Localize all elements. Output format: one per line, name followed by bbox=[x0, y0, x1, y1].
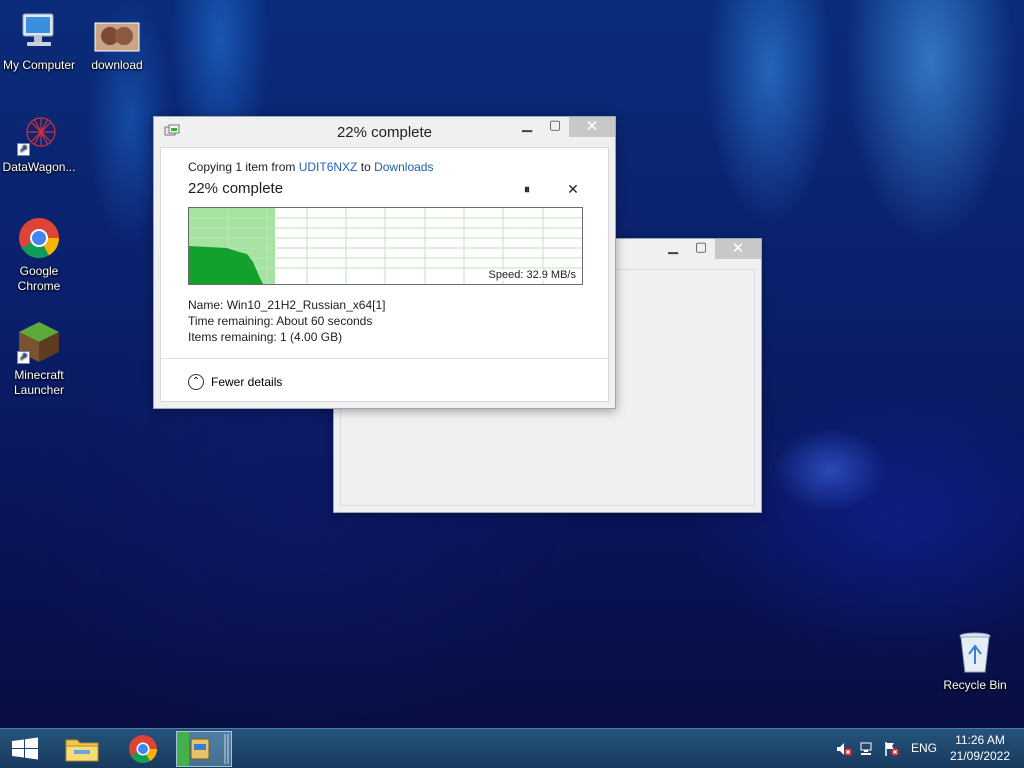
clock[interactable]: 11:26 AM 21/09/2022 bbox=[944, 733, 1016, 763]
windows-logo-icon bbox=[12, 737, 38, 760]
time-remaining-value: About 60 seconds bbox=[276, 314, 373, 328]
volume-muted-icon[interactable] bbox=[836, 741, 852, 757]
desktop-icon-label: download bbox=[91, 58, 143, 72]
cancel-button[interactable]: ✕ bbox=[566, 181, 580, 197]
close-button[interactable]: ✕ bbox=[715, 239, 761, 259]
taskbar: ENG 11:26 AM 21/09/2022 bbox=[0, 728, 1024, 768]
desktop-icon-recycle-bin[interactable]: Recycle Bin bbox=[936, 630, 1014, 693]
computer-icon bbox=[17, 10, 61, 54]
dialog-titlebar[interactable]: 22% complete ▁ ▢ ✕ bbox=[154, 117, 615, 147]
chrome-icon bbox=[129, 735, 157, 763]
copy-details: Name: Win10_21H2_Russian_x64[1] Time rem… bbox=[188, 297, 385, 345]
copying-prefix: Copying 1 item from bbox=[188, 160, 296, 174]
divider bbox=[161, 358, 608, 359]
clock-date: 21/09/2022 bbox=[949, 749, 1011, 763]
folder-icon bbox=[65, 739, 99, 762]
fewer-details-button[interactable]: ⌃ Fewer details bbox=[188, 373, 282, 391]
name-row: Name: Win10_21H2_Russian_x64[1] bbox=[188, 297, 385, 313]
source-link[interactable]: UDIT6NXZ bbox=[299, 160, 358, 174]
shortcut-arrow-icon: ↗ bbox=[17, 351, 30, 364]
desktop-icon-label: Minecraft Launcher bbox=[13, 368, 65, 397]
shortcut-arrow-icon: ↗ bbox=[17, 143, 30, 156]
start-button[interactable] bbox=[0, 731, 50, 767]
speed-graph: Speed: 32.9 MB/s bbox=[188, 207, 583, 285]
copy-summary: Copying 1 item from UDIT6NXZ to Download… bbox=[188, 160, 433, 174]
desktop-icon-minecraft-launcher[interactable]: ↗ Minecraft Launcher bbox=[0, 320, 78, 398]
desktop-icon-label: My Computer bbox=[2, 58, 76, 72]
taskbar-file-explorer[interactable] bbox=[57, 731, 107, 767]
clock-time: 11:26 AM bbox=[955, 733, 1005, 747]
desktop-icon-label: DataWagon... bbox=[2, 160, 76, 174]
minecraft-icon: ↗ bbox=[17, 320, 61, 364]
percent-heading: 22% complete bbox=[188, 180, 284, 197]
items-remaining-row: Items remaining: 1 (4.00 GB) bbox=[188, 329, 385, 345]
recycle-bin-icon bbox=[953, 630, 997, 674]
items-remaining-value: 1 (4.00 GB) bbox=[280, 330, 343, 344]
to-word: to bbox=[360, 160, 371, 174]
desktop-icon-my-computer[interactable]: My Computer bbox=[0, 10, 78, 73]
dialog-body: Copying 1 item from UDIT6NXZ to Download… bbox=[160, 147, 609, 402]
desktop-icon-datawagon[interactable]: ↗ DataWagon... bbox=[0, 112, 78, 175]
image-file-icon bbox=[94, 22, 140, 52]
desktop-icon-label: Recycle Bin bbox=[943, 678, 1007, 692]
minimize-button[interactable]: ▁ bbox=[659, 239, 687, 259]
desktop-icon-google-chrome[interactable]: Google Chrome bbox=[0, 216, 78, 294]
items-remaining-label: Items remaining: bbox=[188, 330, 277, 344]
copy-progress-icon bbox=[177, 732, 229, 766]
maximize-button[interactable]: ▢ bbox=[687, 239, 715, 259]
language-indicator[interactable]: ENG bbox=[906, 741, 942, 755]
destination-link[interactable]: Downloads bbox=[374, 160, 433, 174]
minimize-button[interactable]: ▁ bbox=[513, 117, 541, 137]
speed-readout: Speed: 32.9 MB/s bbox=[487, 269, 577, 281]
pause-button[interactable]: ⏸ bbox=[520, 182, 534, 196]
chrome-icon bbox=[17, 216, 61, 260]
close-button[interactable]: ✕ bbox=[569, 117, 615, 137]
name-value: Win10_21H2_Russian_x64[1] bbox=[226, 298, 386, 312]
datawagon-icon: ↗ bbox=[17, 112, 61, 156]
desktop-icon-download[interactable]: download bbox=[78, 22, 156, 73]
time-remaining-row: Time remaining: About 60 seconds bbox=[188, 313, 385, 329]
taskbar-chrome[interactable] bbox=[118, 731, 168, 767]
name-label: Name: bbox=[188, 298, 224, 312]
action-center-alert-icon[interactable] bbox=[883, 741, 899, 757]
copy-progress-dialog[interactable]: 22% complete ▁ ▢ ✕ Copying 1 item from U… bbox=[153, 116, 616, 409]
fewer-details-label: Fewer details bbox=[211, 375, 283, 389]
taskbar-copy-task[interactable] bbox=[176, 731, 232, 767]
maximize-button[interactable]: ▢ bbox=[541, 117, 569, 137]
desktop-icon-label: Google Chrome bbox=[17, 264, 61, 293]
network-icon[interactable] bbox=[859, 741, 875, 757]
chevron-up-icon: ⌃ bbox=[188, 374, 204, 390]
time-remaining-label: Time remaining: bbox=[188, 314, 274, 328]
